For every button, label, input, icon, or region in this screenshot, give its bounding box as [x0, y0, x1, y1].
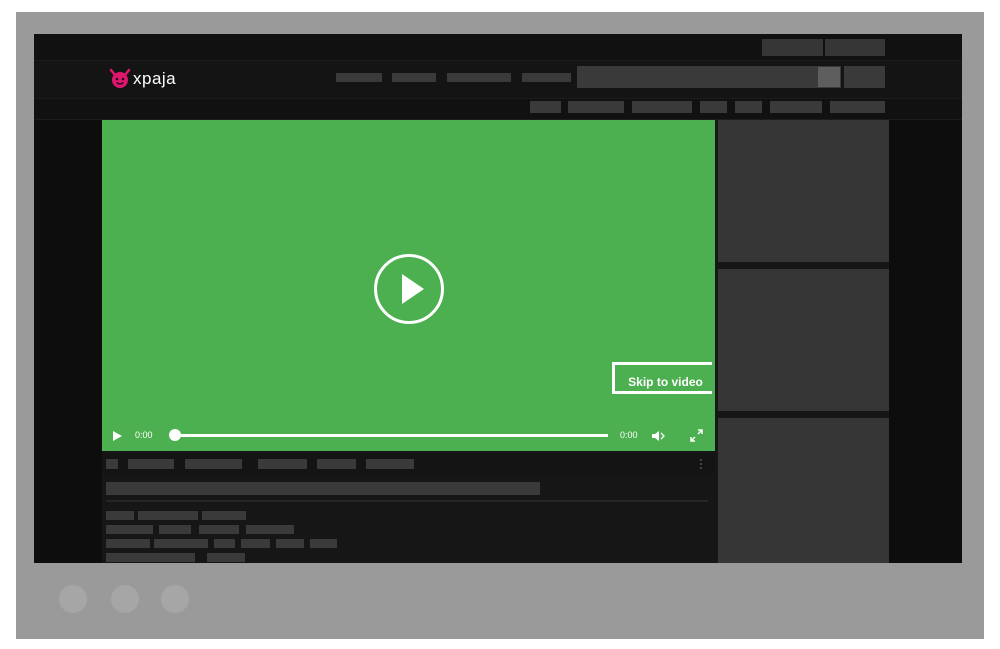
- taskbar: [16, 563, 984, 639]
- fullscreen-icon[interactable]: [690, 429, 703, 442]
- meta-placeholder: [106, 525, 153, 534]
- sidebar-ad[interactable]: [718, 418, 889, 563]
- category-link-placeholder[interactable]: [700, 101, 727, 113]
- meta-placeholder: [106, 553, 195, 562]
- action-placeholder[interactable]: [185, 459, 242, 469]
- nav-link-placeholder[interactable]: [522, 73, 571, 82]
- site-header: xpaja: [34, 61, 962, 99]
- header-action-button[interactable]: [844, 66, 885, 88]
- meta-placeholder: [106, 511, 134, 520]
- meta-placeholder: [199, 525, 239, 534]
- meta-placeholder: [138, 511, 198, 520]
- skip-label: Skip to video: [628, 374, 703, 389]
- category-link-placeholder[interactable]: [830, 101, 885, 113]
- meta-placeholder: [159, 525, 191, 534]
- skip-to-video-button[interactable]: Skip to video: [612, 362, 712, 394]
- play-circle-icon[interactable]: [374, 254, 444, 324]
- action-placeholder[interactable]: [106, 459, 118, 469]
- browser-screen: xpaja Skip to video 0:00 0:00: [34, 34, 962, 563]
- meta-placeholder: [106, 539, 150, 548]
- duration-time: 0:00: [620, 430, 638, 440]
- search-button[interactable]: [818, 67, 840, 87]
- more-vertical-icon[interactable]: [700, 458, 702, 470]
- video-title-placeholder: [106, 482, 540, 495]
- taskbar-dot[interactable]: [161, 585, 189, 613]
- nav-link-placeholder[interactable]: [447, 73, 511, 82]
- main-content: Skip to video 0:00 0:00: [34, 120, 962, 563]
- nav-link-placeholder[interactable]: [336, 73, 382, 82]
- action-placeholder[interactable]: [128, 459, 174, 469]
- taskbar-dot[interactable]: [59, 585, 87, 613]
- category-link-placeholder[interactable]: [632, 101, 692, 113]
- current-time: 0:00: [135, 430, 153, 440]
- video-player[interactable]: Skip to video 0:00 0:00: [102, 120, 715, 451]
- meta-placeholder: [310, 539, 337, 548]
- search-input[interactable]: [577, 66, 841, 88]
- divider: [106, 500, 708, 502]
- top-bar-signup-placeholder[interactable]: [825, 39, 885, 56]
- action-placeholder[interactable]: [317, 459, 356, 469]
- meta-placeholder: [202, 511, 246, 520]
- volume-icon[interactable]: [651, 430, 665, 442]
- meta-placeholder: [214, 539, 235, 548]
- sidebar-ad[interactable]: [718, 120, 889, 262]
- progress-bar[interactable]: [175, 434, 608, 437]
- action-placeholder[interactable]: [258, 459, 307, 469]
- category-subnav: [34, 99, 962, 120]
- play-icon[interactable]: [111, 430, 123, 442]
- top-utility-bar: [34, 34, 962, 61]
- video-action-bar: [102, 453, 715, 475]
- site-logo[interactable]: xpaja: [108, 65, 176, 91]
- meta-placeholder: [207, 553, 245, 562]
- meta-placeholder: [276, 539, 304, 548]
- meta-placeholder: [154, 539, 208, 548]
- action-placeholder[interactable]: [366, 459, 414, 469]
- category-link-placeholder[interactable]: [568, 101, 624, 113]
- meta-placeholder: [246, 525, 294, 534]
- sidebar-ad[interactable]: [718, 269, 889, 411]
- devil-face-icon: [109, 68, 131, 88]
- nav-link-placeholder[interactable]: [392, 73, 436, 82]
- taskbar-dot[interactable]: [111, 585, 139, 613]
- player-controls: 0:00 0:00: [102, 426, 715, 446]
- top-bar-login-placeholder[interactable]: [762, 39, 823, 56]
- category-link-placeholder[interactable]: [530, 101, 561, 113]
- meta-placeholder: [241, 539, 270, 548]
- category-link-placeholder[interactable]: [770, 101, 822, 113]
- category-link-placeholder[interactable]: [735, 101, 762, 113]
- logo-wordmark: xpaja: [133, 68, 177, 88]
- progress-knob[interactable]: [169, 429, 181, 441]
